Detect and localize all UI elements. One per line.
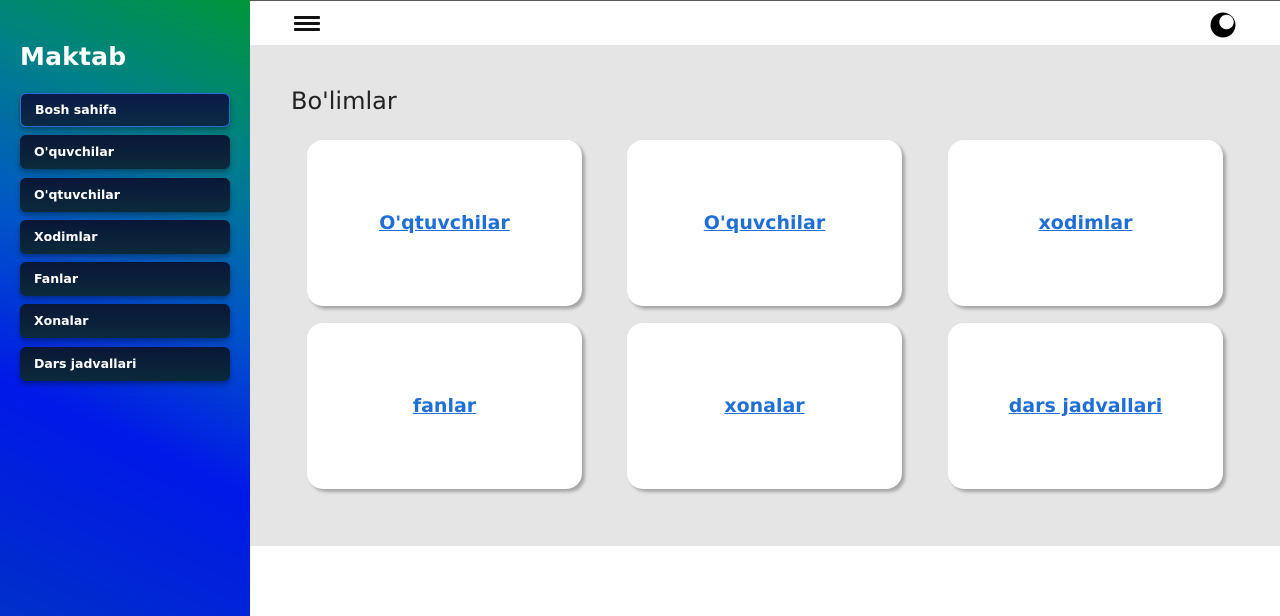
section-card-dars-jadvallari: dars jadvallari — [948, 323, 1223, 489]
page-title: Bo'limlar — [291, 87, 397, 115]
sidebar-item-bosh-sahifa[interactable]: Bosh sahifa — [20, 93, 230, 127]
sidebar-nav: Bosh sahifa O'quvchilar O'qtuvchilar Xod… — [20, 93, 230, 389]
section-card-xonalar: xonalar — [627, 323, 902, 489]
sidebar-item-dars-jadvallari[interactable]: Dars jadvallari — [20, 346, 230, 381]
sidebar-item-oquvchilar[interactable]: O'quvchilar — [20, 135, 230, 170]
section-card-fanlar: fanlar — [307, 323, 582, 489]
section-link-xodimlar[interactable]: xodimlar — [1039, 212, 1133, 234]
sidebar-item-xonalar[interactable]: Xonalar — [20, 304, 230, 339]
hamburger-line — [294, 22, 320, 25]
sidebar-item-fanlar[interactable]: Fanlar — [20, 262, 230, 297]
section-link-dars-jadvallari[interactable]: dars jadvallari — [1009, 395, 1163, 417]
sidebar-item-oqtuvchilar[interactable]: O'qtuvchilar — [20, 177, 230, 212]
hamburger-line — [294, 28, 320, 31]
section-card-xodimlar: xodimlar — [948, 140, 1223, 306]
main-content: Bo'limlar O'qtuvchilar O'quvchilar xodim… — [250, 45, 1280, 546]
hamburger-menu-icon[interactable] — [294, 15, 320, 33]
topbar — [250, 1, 1280, 45]
section-card-oquvchilar: O'quvchilar — [627, 140, 902, 306]
section-link-oqtuvchilar[interactable]: O'qtuvchilar — [379, 212, 510, 234]
sidebar-item-xodimlar[interactable]: Xodimlar — [20, 219, 230, 254]
sidebar: Maktab Bosh sahifa O'quvchilar O'qtuvchi… — [0, 0, 250, 616]
section-link-oquvchilar[interactable]: O'quvchilar — [704, 212, 826, 234]
section-card-oqtuvchilar: O'qtuvchilar — [307, 140, 582, 306]
brand-title: Maktab — [20, 42, 127, 71]
section-link-fanlar[interactable]: fanlar — [413, 395, 476, 417]
section-link-xonalar[interactable]: xonalar — [724, 395, 804, 417]
moon-icon[interactable] — [1210, 12, 1236, 38]
hamburger-line — [294, 16, 320, 19]
